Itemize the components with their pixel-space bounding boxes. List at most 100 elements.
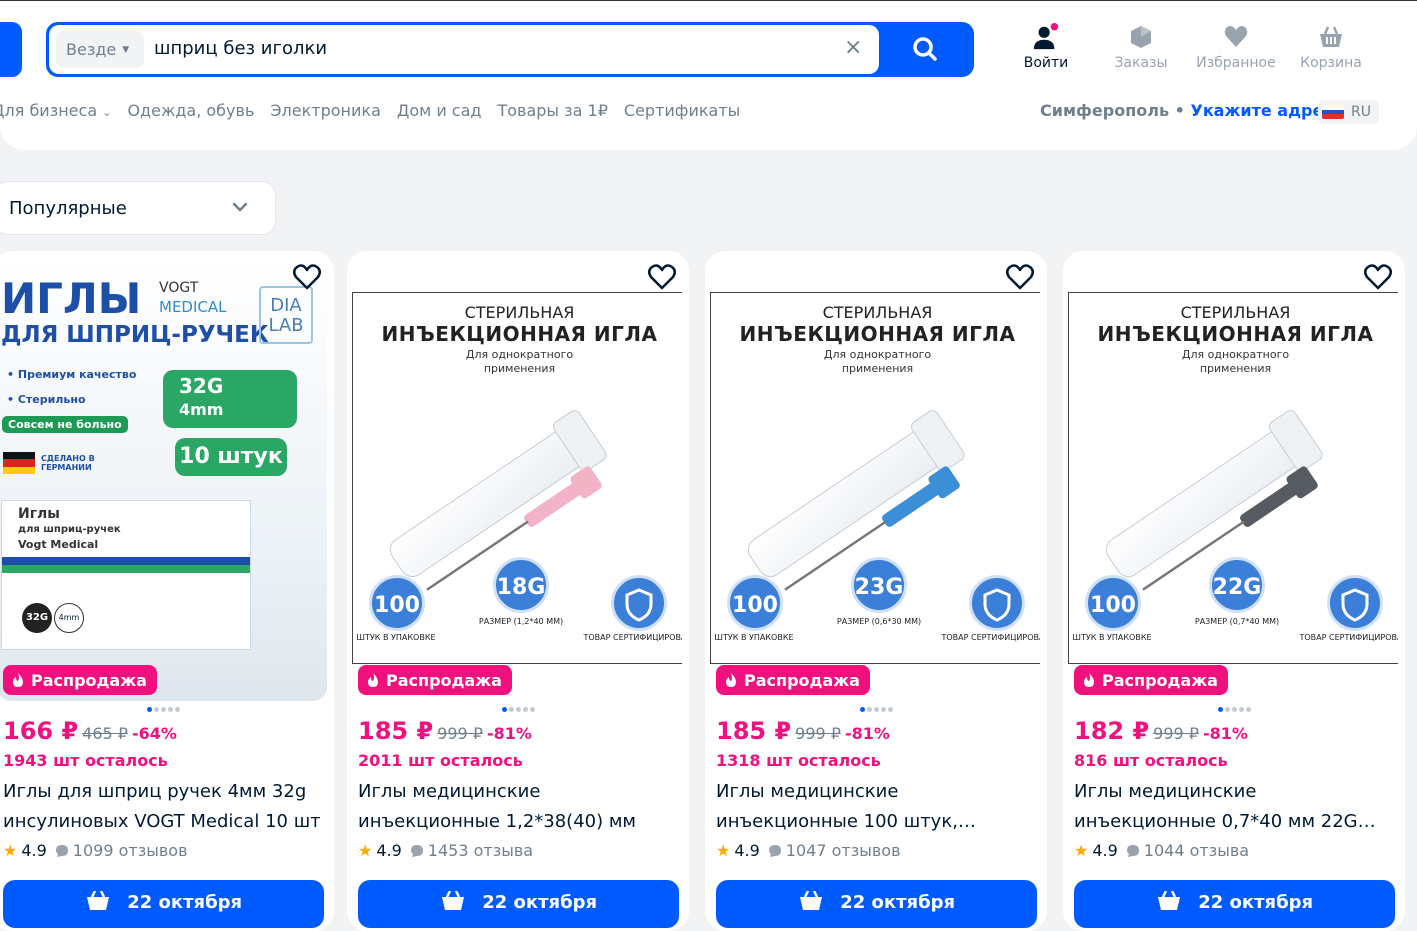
image-carousel-dots[interactable]: [347, 707, 689, 712]
brand-logo: VOGT: [159, 280, 199, 296]
fire-icon: [1084, 673, 1094, 687]
add-to-cart-button[interactable]: 22 октября: [3, 880, 324, 928]
search-field-wrap: Везде ▼ шприц без иголки ×: [49, 25, 879, 74]
orders-button[interactable]: Заказы: [1112, 23, 1170, 71]
count-box: 10 штук: [175, 438, 287, 476]
sale-badge: Распродажа: [3, 665, 157, 695]
discount: -81%: [1202, 724, 1248, 743]
product-card[interactable]: ИГЛЫ ДЛЯ ШПРИЦ-РУЧЕК VOGT MEDICAL DIA LA…: [0, 251, 334, 931]
size-caption: РАЗМЕР (1,2*40 ММ): [478, 617, 564, 626]
product-card[interactable]: СТЕРИЛЬНАЯ ИНЪЕКЦИОННАЯ ИГЛА Для однокра…: [347, 251, 689, 931]
heart-icon: [1224, 26, 1248, 47]
favorite-heart-icon[interactable]: [1005, 263, 1035, 291]
fire-icon: [13, 673, 23, 687]
location: Симферополь • Укажите адрес: [1040, 101, 1333, 120]
product-title[interactable]: Иглы медицинские инъекционные 0,7*40 мм …: [1074, 777, 1394, 837]
product-image[interactable]: ИГЛЫ ДЛЯ ШПРИЦ-РУЧЕК VOGT MEDICAL DIA LA…: [0, 256, 327, 701]
chevron-down-icon: ▼: [122, 44, 130, 55]
product-box: Иглы для шприц-ручек Vogt Medical 32G 4mm: [1, 500, 251, 650]
russia-flag-icon: [1322, 105, 1344, 119]
sort-select[interactable]: Популярные: [0, 181, 276, 235]
box-icon: [1131, 26, 1151, 48]
nav-item-electronics[interactable]: Электроника: [270, 101, 381, 120]
add-to-cart-button[interactable]: 22 октября: [358, 880, 679, 928]
image-carousel-dots[interactable]: [1063, 707, 1405, 712]
product-card[interactable]: СТЕРИЛЬНАЯ ИНЪЕКЦИОННАЯ ИГЛА Для однокра…: [705, 251, 1047, 931]
old-price: 999 ₽: [795, 724, 841, 743]
stock-left: 2011 шт осталось: [358, 751, 523, 770]
language-switch[interactable]: RU: [1318, 100, 1379, 124]
image-heading: СТЕРИЛЬНАЯ ИНЪЕКЦИОННАЯ ИГЛА Для однокра…: [739, 303, 1016, 375]
address-link[interactable]: Укажите адрес: [1190, 101, 1332, 120]
catalog-button[interactable]: [0, 22, 22, 77]
image-carousel-dots[interactable]: [0, 707, 334, 712]
box-title: Иглы для шприц-ручек Vogt Medical: [18, 506, 121, 551]
cart-button[interactable]: Корзина: [1298, 23, 1364, 71]
cart-label: Корзина: [1300, 55, 1362, 71]
product-title[interactable]: Иглы для шприц ручек 4мм 32g инсулиновых…: [3, 777, 323, 837]
add-to-cart-button[interactable]: 22 октября: [716, 880, 1037, 928]
search-bar: Везде ▼ шприц без иголки ×: [46, 22, 974, 77]
add-to-cart-button[interactable]: 22 октября: [1074, 880, 1395, 928]
comment-icon: [410, 844, 423, 857]
favorite-heart-icon[interactable]: [1363, 263, 1393, 291]
product-card[interactable]: СТЕРИЛЬНАЯ ИНЪЕКЦИОННАЯ ИГЛА Для однокра…: [1063, 251, 1405, 931]
old-price: 999 ₽: [437, 724, 483, 743]
price-block: 182 ₽999 ₽ -81%: [1074, 717, 1248, 745]
price-block: 185 ₽999 ₽ -81%: [358, 717, 532, 745]
product-title[interactable]: Иглы медицинские инъекционные 100 штук,…: [716, 777, 1036, 837]
reviews-count: 1099 отзывов: [72, 841, 188, 860]
search-icon[interactable]: [912, 36, 938, 62]
quantity-caption: ШТУК В УПАКОВКЕ: [714, 633, 794, 642]
image-subline: ДЛЯ ШПРИЦ-РУЧЕК: [1, 322, 269, 348]
pill-painless: Совсем не больно: [2, 416, 128, 433]
product-image[interactable]: СТЕРИЛЬНАЯ ИНЪЕКЦИОННАЯ ИГЛА Для однокра…: [710, 256, 1040, 701]
rating-row[interactable]: ★ 4.9 1099 отзывов: [3, 841, 188, 860]
dia-lab-logo: DIA LAB: [259, 286, 313, 344]
category-nav: Для бизнеса ⌄ Одежда, обувь Электроника …: [0, 101, 740, 120]
user-icon: [1033, 23, 1059, 50]
certified-circle: [1327, 575, 1383, 631]
product-image[interactable]: СТЕРИЛЬНАЯ ИНЪЕКЦИОННАЯ ИГЛА Для однокра…: [352, 256, 682, 701]
feature-premium: • Премиум качество: [7, 368, 137, 381]
stock-left: 1943 шт осталось: [3, 751, 168, 770]
nav-item-clothes[interactable]: Одежда, обувь: [127, 101, 254, 120]
image-carousel-dots[interactable]: [705, 707, 1047, 712]
cart-icon: [1320, 26, 1342, 47]
search-input[interactable]: шприц без иголки: [154, 38, 327, 59]
favorite-heart-icon[interactable]: [647, 263, 677, 291]
clear-search-icon[interactable]: ×: [844, 37, 862, 59]
city-name[interactable]: Симферополь: [1040, 101, 1169, 120]
nav-item-one-ruble[interactable]: Товары за 1₽: [497, 101, 607, 120]
nav-item-home[interactable]: Дом и сад: [397, 101, 482, 120]
nav-item-business[interactable]: Для бизнеса ⌄: [0, 101, 111, 120]
shield-icon: [1341, 588, 1369, 622]
product-image[interactable]: СТЕРИЛЬНАЯ ИНЪЕКЦИОННАЯ ИГЛА Для однокра…: [1068, 256, 1398, 701]
image-heading: СТЕРИЛЬНАЯ ИНЪЕКЦИОННАЯ ИГЛА Для однокра…: [1097, 303, 1374, 375]
product-title[interactable]: Иглы медицинские инъекционные 1,2*38(40)…: [358, 777, 678, 837]
favorite-heart-icon[interactable]: [292, 263, 322, 291]
shield-icon: [625, 588, 653, 622]
favorites-button[interactable]: Избранное: [1194, 23, 1278, 71]
product-image-frame: СТЕРИЛЬНАЯ ИНЪЕКЦИОННАЯ ИГЛА Для однокра…: [352, 292, 682, 664]
cart-icon: [799, 890, 822, 910]
image-heading: СТЕРИЛЬНАЯ ИНЪЕКЦИОННАЯ ИГЛА Для однокра…: [381, 303, 658, 375]
chevron-down-icon: ⌄: [102, 106, 112, 119]
nav-item-certificates[interactable]: Сертификаты: [624, 101, 740, 120]
rating-value: 4.9: [21, 841, 47, 860]
comment-icon: [55, 844, 68, 857]
comment-icon: [1126, 844, 1139, 857]
rating-value: 4.9: [1092, 841, 1118, 860]
orders-label: Заказы: [1114, 55, 1168, 71]
search-scope-select[interactable]: Везде ▼: [56, 31, 144, 68]
reviews-count: 1047 отзывов: [785, 841, 901, 860]
login-button[interactable]: Войти: [1022, 23, 1070, 71]
gauge-circle: 23G: [851, 557, 907, 613]
rating-row[interactable]: ★ 4.9 1047 отзывов: [716, 841, 901, 860]
rating-row[interactable]: ★ 4.9 1453 отзыва: [358, 841, 533, 860]
discount: -81%: [486, 724, 532, 743]
reviews-count: 1044 отзыва: [1143, 841, 1250, 860]
rating-row[interactable]: ★ 4.9 1044 отзыва: [1074, 841, 1249, 860]
stock-left: 816 шт осталось: [1074, 751, 1228, 770]
comment-icon: [768, 844, 781, 857]
